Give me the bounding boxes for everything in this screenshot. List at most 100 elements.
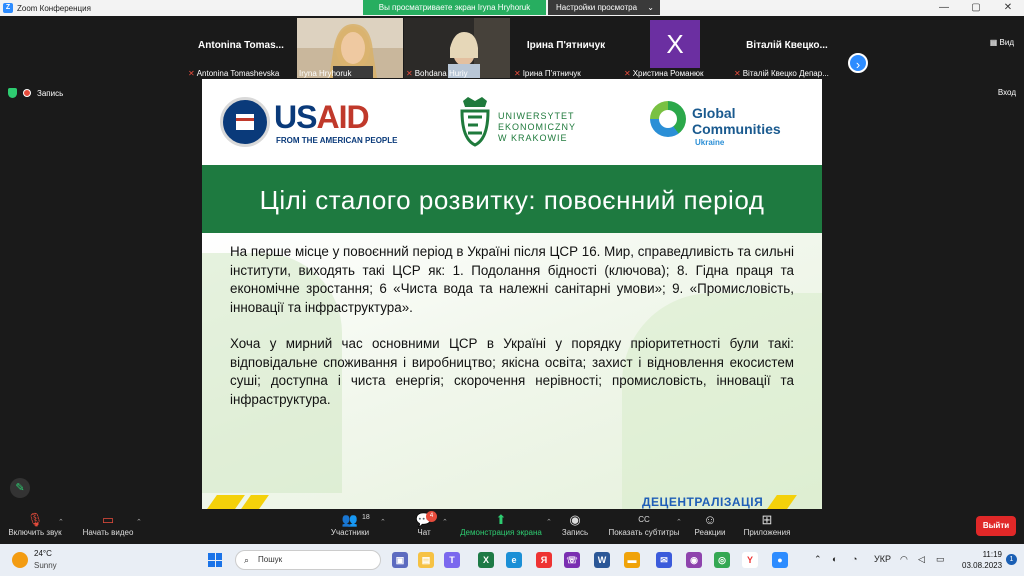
edge-icon[interactable]: e — [506, 552, 522, 568]
window-title: Zoom Конференция — [17, 3, 91, 13]
yandex-icon[interactable]: Y — [742, 552, 758, 568]
usaid-logo-part1: US — [274, 99, 317, 135]
share-screen-button[interactable]: ⬆ Демонстрация экрана — [458, 512, 544, 537]
excel-icon[interactable]: X — [478, 552, 494, 568]
sun-icon[interactable] — [12, 552, 28, 568]
video-options-caret[interactable]: ⌃ — [136, 518, 142, 526]
speaker-icon[interactable]: ◁ — [918, 554, 925, 565]
captions-caret[interactable]: ⌃ — [676, 518, 682, 526]
chat-badge: 4 — [426, 511, 437, 522]
mail-icon[interactable]: ✉ — [656, 552, 672, 568]
close-button[interactable]: ✕ — [992, 0, 1024, 16]
chat-button[interactable]: 💬 Чат 4 — [412, 511, 437, 537]
participant-video-tile[interactable]: Iryna Hryhoruk — [297, 18, 403, 78]
record-icon: ◉ — [569, 512, 581, 527]
reactions-button[interactable]: ☺ Реакции — [692, 512, 728, 537]
apps-label: Приложения — [743, 528, 791, 537]
task-view-icon[interactable]: ▣ — [392, 552, 408, 568]
video-off-icon: ▭ — [101, 512, 115, 527]
view-mode-button[interactable]: ▦ Вид — [990, 38, 1014, 47]
participant-video-tile[interactable]: ✕ Bohdana Huriy — [404, 18, 510, 78]
cc-icon: CC — [638, 515, 650, 524]
participant-label: Iryna Hryhoruk — [299, 69, 352, 78]
meeting-toolbar: 🎙 Включить звук ⌃ ▭ Начать видео ⌃ 👥 Уча… — [0, 510, 1024, 544]
view-settings-label: Настройки просмотра — [556, 3, 638, 12]
folder-icon[interactable]: ▬ — [624, 552, 640, 568]
notification-badge[interactable]: 1 — [1006, 554, 1017, 565]
participant-label: Христина Романюк — [632, 69, 704, 78]
tray-app-icon[interactable]: ◐ — [832, 554, 837, 564]
tray-app-icon[interactable]: ◔ — [852, 554, 857, 564]
windows-taskbar: 24°C Sunny ⌕ Пошук ▣ ▤ T X e Я ☏ W ▬ ✉ ◉… — [0, 544, 1024, 576]
participants-caret[interactable]: ⌃ — [380, 518, 386, 526]
unmute-label: Включить звук — [8, 528, 62, 537]
messenger-icon[interactable]: ◉ — [686, 552, 702, 568]
clock-date: 03.08.2023 — [962, 561, 1003, 570]
slide-body: На перше місце у повоєнний період в Укра… — [202, 233, 822, 509]
apps-button[interactable]: ⊞ Приложения — [742, 512, 792, 537]
chrome-icon[interactable]: ◎ — [714, 552, 730, 568]
zoom-taskbar-icon[interactable]: ● — [772, 552, 788, 568]
wifi-icon[interactable]: ◠ — [900, 554, 908, 565]
captions-button[interactable]: CC Показать субтитры — [604, 512, 684, 537]
participant-label: Ірина П'ятничук — [522, 69, 581, 78]
weather-temperature[interactable]: 24°C — [34, 549, 52, 558]
shared-screen-slide: USAID FROM THE AMERICAN PEOPLE UNIWERSYT… — [202, 79, 822, 509]
reactions-icon: ☺ — [703, 512, 717, 527]
participant-tile[interactable]: Віталій Квецко... ✕ Віталій Квецко Депар.… — [732, 18, 842, 78]
system-clock[interactable]: 11:19 03.08.2023 — [962, 549, 1002, 571]
leave-meeting-button[interactable]: Выйти — [976, 516, 1016, 536]
participant-tile[interactable]: Antonina Tomas... ✕ Antonina Tomashevska — [186, 18, 296, 78]
participant-name: Віталій Квецко... — [746, 40, 828, 51]
audio-options-caret[interactable]: ⌃ — [58, 518, 64, 526]
exit-fullscreen-link[interactable]: Вход — [998, 88, 1016, 97]
teams-icon[interactable]: T — [444, 552, 460, 568]
weather-condition[interactable]: Sunny — [34, 561, 57, 570]
record-button[interactable]: ◉ Запись — [560, 512, 590, 537]
mic-off-icon: 🎙 — [26, 512, 44, 527]
shield-icon[interactable] — [8, 88, 17, 98]
unmute-button[interactable]: 🎙 Включить звук — [6, 512, 64, 537]
window-controls: — ▢ ✕ — [928, 0, 1024, 16]
apps-icon: ⊞ — [761, 512, 773, 527]
chat-caret[interactable]: ⌃ — [442, 518, 448, 526]
participants-button[interactable]: 👥 Участники 18 — [328, 512, 372, 537]
slide-paragraph: Хоча у мирний час основними ЦСР в Україн… — [230, 336, 794, 407]
usaid-seal-logo — [220, 97, 270, 147]
search-placeholder: Пошук — [258, 555, 283, 564]
recording-label: Запись — [37, 88, 64, 98]
minimize-button[interactable]: — — [928, 0, 960, 16]
taskbar-search[interactable]: ⌕ Пошук — [235, 550, 381, 570]
yandex-browser-icon[interactable]: Я — [536, 552, 552, 568]
share-screen-label: Демонстрация экрана — [460, 528, 542, 537]
uek-line: W KRAKOWIE — [498, 133, 568, 143]
restore-button[interactable]: ▢ — [960, 0, 992, 16]
uek-line: EKONOMICZNY — [498, 122, 577, 132]
tray-chevron-icon[interactable]: ⌃ — [814, 554, 822, 565]
language-indicator[interactable]: УКР — [874, 554, 891, 564]
global-communities-logo: Global Communities — [692, 105, 781, 137]
next-page-button[interactable]: › — [848, 53, 868, 73]
participant-label: Antonina Tomashevska — [196, 69, 280, 78]
annotate-pen-icon[interactable]: ✎ — [10, 478, 30, 498]
battery-icon[interactable]: ▭ — [936, 554, 945, 565]
slide-logo-header: USAID FROM THE AMERICAN PEOPLE UNIWERSYT… — [202, 79, 822, 165]
share-caret[interactable]: ⌃ — [546, 518, 552, 526]
windows-start-icon[interactable] — [208, 553, 222, 567]
view-settings-button[interactable]: Настройки просмотра ⌄ — [548, 0, 660, 15]
file-explorer-icon[interactable]: ▤ — [418, 552, 434, 568]
uek-crest-logo — [460, 97, 490, 147]
participant-tile[interactable]: Ірина П'ятничук ✕ Ірина П'ятничук — [512, 18, 620, 78]
slide-title: Цілі сталого розвитку: повоєнний період — [202, 165, 822, 233]
gc-line: Communities — [692, 121, 781, 137]
slide-paragraph: На перше місце у повоєнний період в Укра… — [230, 244, 794, 315]
usaid-logo-part2: AID — [316, 99, 369, 135]
yellow-stripe-decoration — [241, 495, 269, 509]
screen-share-banner: Вы просматриваете экран Iryna Hryhoruk — [363, 0, 546, 15]
start-video-button[interactable]: ▭ Начать видео — [80, 512, 136, 537]
mic-muted-icon: ✕ — [188, 69, 195, 78]
record-label: Запись — [561, 528, 589, 537]
usaid-tagline: FROM THE AMERICAN PEOPLE — [276, 136, 398, 145]
viber-icon[interactable]: ☏ — [564, 552, 580, 568]
word-icon[interactable]: W — [594, 552, 610, 568]
